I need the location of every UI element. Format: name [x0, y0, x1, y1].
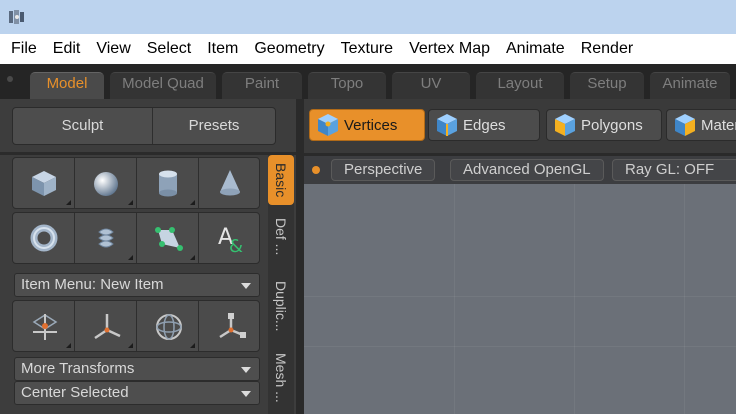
- primitive-tools-row-2: A &: [12, 212, 260, 264]
- menu-edit[interactable]: Edit: [45, 34, 89, 64]
- text-tool-button[interactable]: A &: [199, 213, 261, 263]
- subtab-presets[interactable]: Presets: [153, 108, 275, 144]
- select-edges-button[interactable]: Edges: [428, 109, 540, 141]
- torus-tool-button[interactable]: [13, 213, 75, 263]
- pen-tool-button[interactable]: [137, 213, 199, 263]
- rotate-tool-button[interactable]: [137, 301, 199, 351]
- cube-tool-button[interactable]: [13, 158, 75, 208]
- capsule-tool-button[interactable]: [75, 213, 137, 263]
- dropdown-arrow-icon: [241, 391, 251, 397]
- select-polygons-button[interactable]: Polygons: [546, 109, 662, 141]
- polygons-cube-icon: [555, 114, 575, 136]
- dropdown-arrow-icon: [241, 283, 251, 289]
- tab-model-quad[interactable]: Model Quad: [110, 72, 216, 99]
- cylinder-icon: [159, 170, 177, 197]
- subtab-sculpt[interactable]: Sculpt: [13, 108, 153, 144]
- vtab-duplicate[interactable]: Duplic...: [268, 269, 294, 343]
- vtab-deform[interactable]: Def ...: [268, 207, 294, 267]
- center-selected-dropdown[interactable]: Center Selected: [14, 381, 260, 405]
- panel-divider[interactable]: [296, 99, 304, 414]
- mode-tab-bar: Model Model Quad Paint Topo UV Layout Se…: [0, 64, 736, 99]
- more-transforms-dropdown[interactable]: More Transforms: [14, 357, 260, 381]
- sphere-tool-button[interactable]: [75, 158, 137, 208]
- cube-icon: [32, 171, 56, 196]
- scale-icon: [219, 313, 246, 339]
- rotate-icon: [156, 314, 182, 340]
- text-tool-icon: A &: [218, 225, 243, 256]
- center-selected-label: Center Selected: [21, 384, 129, 401]
- cylinder-tool-button[interactable]: [137, 158, 199, 208]
- 3d-viewport[interactable]: Perspective Advanced OpenGL Ray GL: OFF: [304, 156, 736, 414]
- app-icon: [9, 10, 24, 24]
- viewport-options-dot-icon[interactable]: [312, 166, 320, 174]
- panel-divider-horizontal: [0, 152, 296, 155]
- more-transforms-label: More Transforms: [21, 360, 135, 377]
- render-mode-opengl-button[interactable]: Advanced OpenGL: [450, 159, 604, 181]
- menu-file[interactable]: File: [3, 34, 45, 64]
- tab-uv[interactable]: UV: [392, 72, 470, 99]
- tab-bar-dot-icon: [7, 76, 13, 82]
- vtab-basic[interactable]: Basic: [268, 155, 294, 205]
- transform-tools-row: [12, 300, 260, 352]
- menu-item[interactable]: Item: [199, 34, 246, 64]
- move-icon: [32, 314, 58, 340]
- edges-label: Edges: [463, 116, 506, 134]
- tab-topo[interactable]: Topo: [308, 72, 386, 99]
- tab-model[interactable]: Model: [30, 72, 104, 99]
- svg-text:&: &: [229, 236, 243, 256]
- title-bar: [0, 0, 736, 34]
- edges-cube-icon: [437, 114, 457, 136]
- pen-tool-icon: [155, 227, 183, 251]
- scale-tool-button[interactable]: [199, 301, 261, 351]
- viewport-grid-line: [454, 184, 455, 414]
- materials-label: Mater: [701, 116, 736, 134]
- sphere-icon: [94, 172, 118, 196]
- panel-subtabs: Sculpt Presets: [12, 107, 276, 145]
- viewport-grid-line: [304, 296, 736, 297]
- view-type-perspective-button[interactable]: Perspective: [331, 159, 436, 181]
- capsule-icon: [98, 228, 114, 248]
- menu-bar: File Edit View Select Item Geometry Text…: [0, 34, 736, 64]
- polygons-label: Polygons: [581, 116, 643, 134]
- viewport-grid-line: [684, 184, 685, 414]
- tab-layout[interactable]: Layout: [476, 72, 564, 99]
- cone-tool-button[interactable]: [199, 158, 261, 208]
- menu-vertex-map[interactable]: Vertex Map: [401, 34, 498, 64]
- primitive-tools-row-1: [12, 157, 260, 209]
- tab-animate[interactable]: Animate: [650, 72, 730, 99]
- app-window: File Edit View Select Item Geometry Text…: [0, 0, 736, 414]
- item-menu-dropdown[interactable]: Item Menu: New Item: [14, 273, 260, 297]
- vertices-label: Vertices: [344, 116, 398, 134]
- menu-view[interactable]: View: [88, 34, 138, 64]
- vtab-mesh[interactable]: Mesh ...: [268, 345, 294, 411]
- menu-animate[interactable]: Animate: [498, 34, 573, 64]
- viewport-header: Perspective Advanced OpenGL Ray GL: OFF: [304, 156, 736, 184]
- vertices-cube-icon: [318, 114, 338, 136]
- cone-icon: [220, 170, 240, 196]
- select-vertices-button[interactable]: Vertices: [309, 109, 425, 141]
- torus-icon: [30, 224, 58, 252]
- tab-paint[interactable]: Paint: [222, 72, 302, 99]
- select-materials-button[interactable]: Mater: [666, 109, 736, 141]
- dropdown-arrow-icon: [241, 367, 251, 373]
- materials-cube-icon: [675, 114, 695, 136]
- vertical-tab-strip: Basic Def ... Duplic... Mesh ...: [268, 155, 294, 414]
- move-tool-button[interactable]: [13, 301, 75, 351]
- viewport-grid-line: [304, 346, 736, 347]
- axis-tool-button[interactable]: [75, 301, 137, 351]
- tab-setup[interactable]: Setup: [570, 72, 644, 99]
- item-menu-label: Item Menu: New Item: [21, 276, 164, 293]
- menu-render[interactable]: Render: [573, 34, 641, 64]
- viewport-grid-line: [574, 184, 575, 414]
- menu-texture[interactable]: Texture: [333, 34, 401, 64]
- ray-gl-toggle-button[interactable]: Ray GL: OFF: [612, 159, 736, 181]
- axis-icon: [94, 314, 121, 340]
- menu-geometry[interactable]: Geometry: [246, 34, 332, 64]
- menu-select[interactable]: Select: [139, 34, 199, 64]
